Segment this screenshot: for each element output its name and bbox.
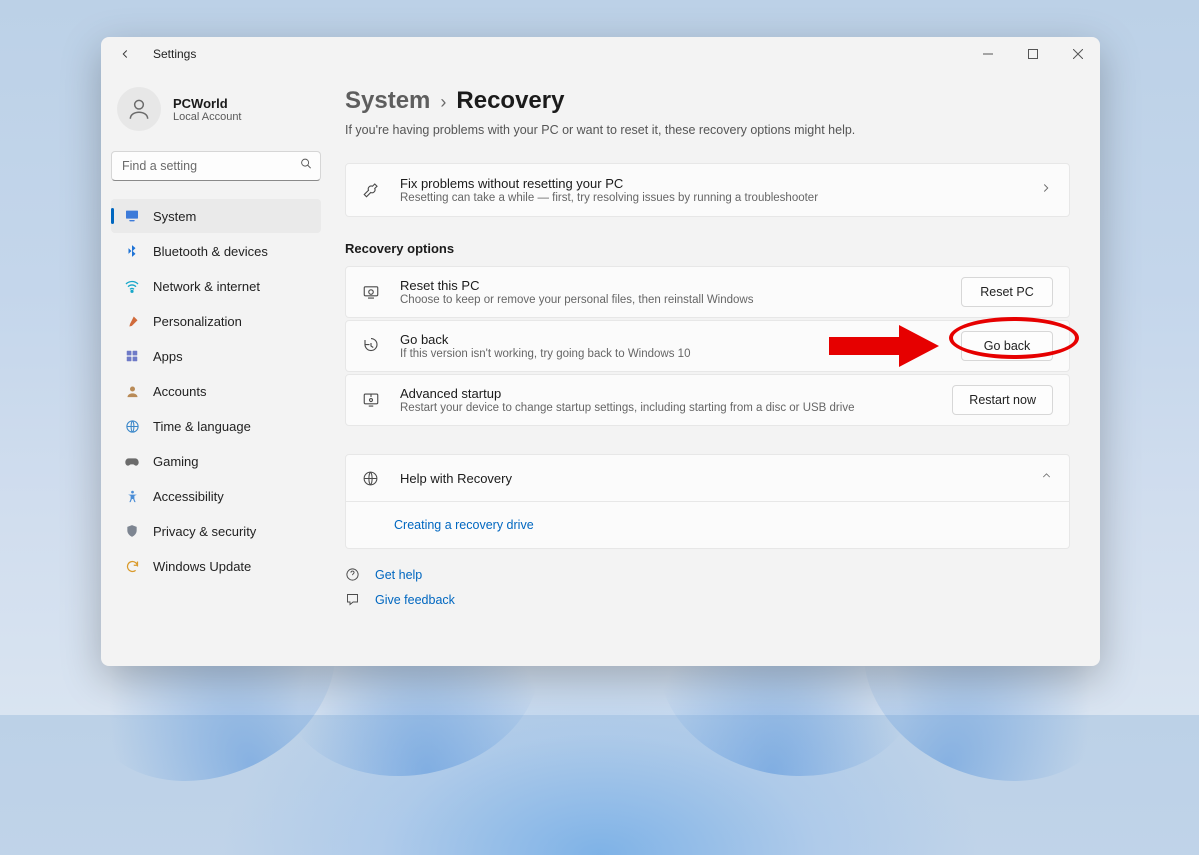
user-icon [126,96,152,122]
advanced-startup-icon [362,391,384,409]
help-header[interactable]: Help with Recovery [345,454,1070,502]
main-content: System › Recovery If you're having probl… [331,71,1100,666]
reset-title: Reset this PC [400,278,961,293]
help-body: Creating a recovery drive [345,502,1070,549]
reset-icon [362,283,384,301]
sidebar-item-label: Time & language [153,419,251,434]
fix-sub: Resetting can take a while — first, try … [400,192,1039,204]
shield-icon [123,524,141,538]
sidebar-item-time-language[interactable]: Time & language [111,409,321,443]
search-wrap [111,151,321,181]
accessibility-icon [123,489,141,504]
system-icon [123,208,141,224]
sidebar-item-label: Privacy & security [153,524,256,539]
sidebar-item-system[interactable]: System [111,199,321,233]
wifi-icon [123,278,141,294]
get-help-row: Get help [345,567,1070,582]
minimize-button[interactable] [965,37,1010,71]
sidebar-item-label: Windows Update [153,559,251,574]
maximize-button[interactable] [1010,37,1055,71]
window-title: Settings [153,47,196,61]
chevron-up-icon [1040,469,1053,487]
chevron-right-icon: › [440,92,446,113]
bluetooth-icon [123,244,141,258]
breadcrumb-parent[interactable]: System [345,87,430,115]
search-input[interactable] [111,151,321,181]
recovery-options-label: Recovery options [345,241,1070,256]
sidebar-item-accessibility[interactable]: Accessibility [111,479,321,513]
breadcrumb: System › Recovery [345,87,1070,115]
sidebar-item-label: System [153,209,196,224]
update-icon [123,559,141,574]
sidebar-nav: System Bluetooth & devices Network & int… [111,199,321,583]
history-icon [362,337,384,355]
go-back-button[interactable]: Go back [961,331,1053,361]
accounts-icon [123,384,141,399]
window-controls [965,37,1100,71]
restart-now-button[interactable]: Restart now [952,385,1053,415]
go-back-title: Go back [400,332,961,347]
advanced-startup-row: Advanced startup Restart your device to … [345,374,1070,426]
avatar [117,87,161,131]
apps-icon [123,349,141,363]
sidebar-item-label: Personalization [153,314,242,329]
profile-block[interactable]: PCWorld Local Account [111,81,321,147]
get-help-link[interactable]: Get help [375,568,422,582]
feedback-icon [345,592,363,607]
sidebar-item-label: Accounts [153,384,206,399]
go-back-row: Go back If this version isn't working, t… [345,320,1070,372]
go-back-sub: If this version isn't working, try going… [400,348,961,360]
arrow-left-icon [118,47,132,61]
intro-text: If you're having problems with your PC o… [345,123,1070,137]
globe-clock-icon [123,419,141,434]
help-icon [345,567,363,582]
sidebar-item-bluetooth[interactable]: Bluetooth & devices [111,234,321,268]
sidebar-item-windows-update[interactable]: Windows Update [111,549,321,583]
reset-pc-button[interactable]: Reset PC [961,277,1053,307]
sidebar-item-apps[interactable]: Apps [111,339,321,373]
help-title: Help with Recovery [400,471,1040,486]
feedback-row: Give feedback [345,592,1070,607]
sidebar-item-label: Bluetooth & devices [153,244,268,259]
close-button[interactable] [1055,37,1100,71]
gaming-icon [123,453,141,469]
sidebar-item-personalization[interactable]: Personalization [111,304,321,338]
footer-links: Get help Give feedback [345,567,1070,607]
paintbrush-icon [123,314,141,329]
settings-window: Settings PCWorld Local Account [101,37,1100,666]
page-title: Recovery [456,87,564,115]
adv-title: Advanced startup [400,386,952,401]
reset-pc-row: Reset this PC Choose to keep or remove y… [345,266,1070,318]
adv-sub: Restart your device to change startup se… [400,402,952,414]
sidebar-item-label: Gaming [153,454,199,469]
sidebar-item-label: Accessibility [153,489,224,504]
globe-icon [362,470,384,487]
maximize-icon [1028,49,1038,59]
sidebar: PCWorld Local Account System Bluetooth &… [101,71,331,666]
fix-title: Fix problems without resetting your PC [400,176,1039,191]
fix-problems-card[interactable]: Fix problems without resetting your PC R… [345,163,1070,217]
profile-sub: Local Account [173,111,242,123]
give-feedback-link[interactable]: Give feedback [375,593,455,607]
recovery-options-group: Reset this PC Choose to keep or remove y… [345,266,1070,426]
sidebar-item-accounts[interactable]: Accounts [111,374,321,408]
wrench-icon [362,181,384,199]
titlebar: Settings [101,37,1100,71]
chevron-right-icon [1039,181,1053,200]
sidebar-item-privacy[interactable]: Privacy & security [111,514,321,548]
close-icon [1073,49,1083,59]
reset-sub: Choose to keep or remove your personal f… [400,294,961,306]
sidebar-item-label: Apps [153,349,183,364]
sidebar-item-gaming[interactable]: Gaming [111,444,321,478]
help-card: Help with Recovery Creating a recovery d… [345,454,1070,549]
minimize-icon [983,49,993,59]
sidebar-item-network[interactable]: Network & internet [111,269,321,303]
recovery-drive-link[interactable]: Creating a recovery drive [394,518,534,532]
sidebar-item-label: Network & internet [153,279,260,294]
back-button[interactable] [115,44,135,64]
profile-text: PCWorld Local Account [173,96,242,123]
profile-name: PCWorld [173,96,242,111]
